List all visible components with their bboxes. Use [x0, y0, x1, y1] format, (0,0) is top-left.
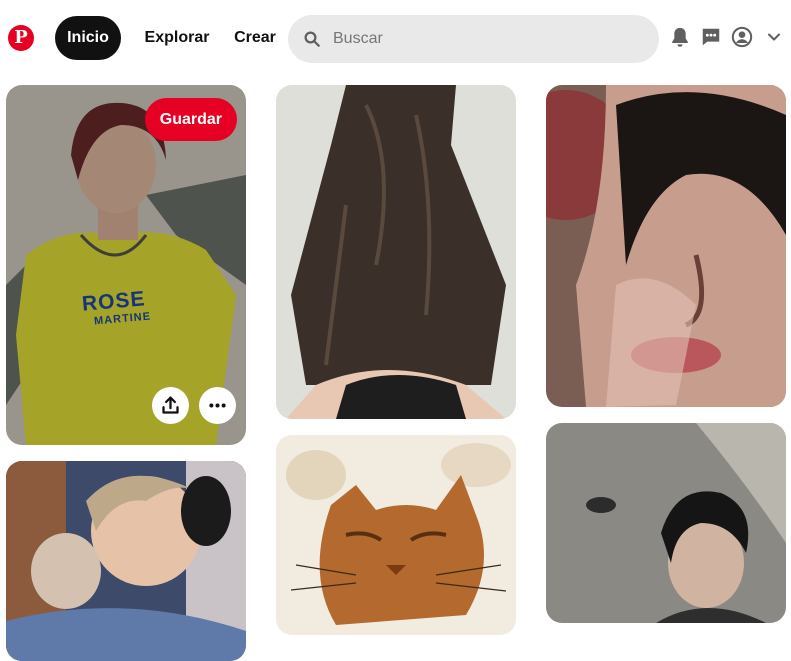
pin-card[interactable] — [546, 85, 786, 407]
chevron-down-icon[interactable] — [764, 27, 784, 47]
search-input[interactable] — [333, 15, 643, 63]
nav-create-button[interactable]: Crear — [229, 16, 281, 60]
more-icon — [209, 403, 226, 408]
nav-home-button[interactable]: Inicio — [55, 16, 121, 60]
more-options-button[interactable] — [199, 387, 236, 424]
pin-image — [546, 85, 786, 407]
pin-card[interactable]: ROSE MARTINE Guardar — [6, 85, 246, 445]
pin-image — [276, 435, 516, 635]
share-icon — [162, 396, 179, 414]
message-icon[interactable] — [700, 26, 722, 48]
pinterest-logo-icon[interactable]: P — [8, 25, 34, 51]
pin-card[interactable] — [276, 85, 516, 419]
search-bar[interactable] — [288, 15, 659, 63]
pin-card[interactable] — [546, 423, 786, 623]
pin-image — [546, 423, 786, 623]
header-bar: P Inicio Explorar Crear — [0, 0, 791, 78]
pin-image — [6, 461, 246, 661]
search-icon — [304, 31, 320, 47]
account-icon[interactable] — [731, 26, 753, 48]
share-button[interactable] — [152, 387, 189, 424]
save-button[interactable]: Guardar — [144, 98, 237, 141]
nav-explore-button[interactable]: Explorar — [140, 16, 214, 60]
pin-card[interactable] — [276, 435, 516, 635]
bell-icon[interactable] — [669, 26, 691, 48]
pin-image — [276, 85, 516, 419]
pin-card[interactable] — [6, 461, 246, 661]
